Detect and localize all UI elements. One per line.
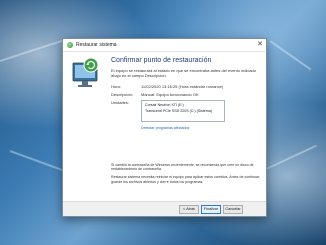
password-note: Si cambió la contraseña de Windows recie…: [111, 163, 254, 172]
restore-details: Confirmar punto de restauración El equip…: [111, 57, 261, 130]
description-label: Descripción:: [111, 92, 134, 97]
detect-affected-programs-link[interactable]: Detectar programas afectados: [141, 126, 261, 130]
intro-text: El equipo se restaurará al estado en que…: [111, 68, 256, 78]
back-button[interactable]: < Atrás: [179, 205, 199, 214]
units-list[interactable]: Corsair Neutron XTI (E:) Transcend PCIe …: [141, 100, 225, 122]
unit-item: Transcend PCIe SSD 220S (C:) (Sistema): [142, 107, 224, 113]
page-title: Confirmar punto de restauración: [111, 57, 212, 64]
button-bar: < Atrás Finalizar Cancelar: [63, 201, 266, 216]
window-title: Restaurar sistema: [76, 42, 117, 48]
system-restore-icon: [67, 42, 73, 48]
restore-computer-icon: [72, 57, 99, 87]
restart-note: Restaurar sistema necesita reiniciar el …: [111, 175, 261, 184]
finish-button[interactable]: Finalizar: [201, 205, 221, 214]
time-label: Hora:: [111, 84, 121, 89]
system-restore-window: Restaurar sistema ✕ Confirmar punto de r…: [62, 38, 267, 217]
time-row: Hora: 11/02/2020 13:16:25 (Hora estándar…: [111, 84, 261, 89]
description-row: Descripción: Manual: Equipo funcionando …: [111, 92, 261, 97]
units-row: Unidades: Corsair Neutron XTI (E:) Trans…: [111, 100, 261, 124]
time-value: 11/02/2020 13:16:25 (Hora estándar roman…: [141, 84, 224, 89]
title-bar: Restaurar sistema ✕: [63, 39, 266, 52]
unit-text: Transcend PCIe SSD 220S (C:) (Sistema): [145, 109, 212, 113]
notes: Si cambió la contraseña de Windows recie…: [111, 163, 261, 188]
units-label: Unidades:: [111, 100, 130, 105]
cancel-button[interactable]: Cancelar: [223, 205, 243, 214]
description-value: Manual: Equipo funcionando OK: [141, 92, 199, 97]
close-button[interactable]: ✕: [254, 39, 266, 51]
unit-text: Corsair Neutron XTI (E:): [145, 103, 184, 107]
